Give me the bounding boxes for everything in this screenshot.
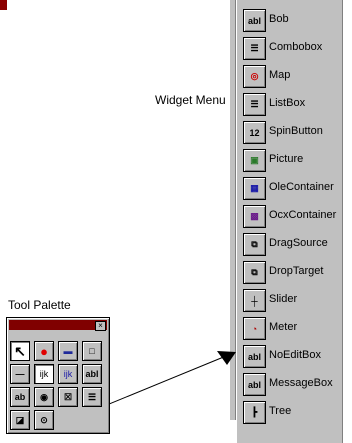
red-ball-icon[interactable]: ●	[34, 341, 54, 361]
line-icon[interactable]: —	[10, 364, 30, 384]
list-icon[interactable]: ☰	[82, 387, 102, 407]
square-icon[interactable]: □	[82, 341, 102, 361]
palette-titlebar[interactable]	[9, 320, 107, 330]
ijk-label-icon[interactable]: ijk	[34, 364, 54, 384]
checkbox-icon[interactable]: ☒	[58, 387, 78, 407]
widget-menu-icon[interactable]: ⊙	[34, 410, 54, 430]
blue-bar-icon[interactable]: ▬	[58, 341, 78, 361]
radio-icon[interactable]: ◉	[34, 387, 54, 407]
ab-icon[interactable]: ab	[10, 387, 30, 407]
pointer-icon[interactable]: ↖	[10, 341, 30, 361]
tool-palette: × ↖ ● ▬ □ — ijk ijk abl ab ◉ ☒ ☰ ◪ ⊙	[6, 317, 110, 434]
ijk-blue-icon[interactable]: ijk	[58, 364, 78, 384]
textbox-icon[interactable]: abl	[82, 364, 102, 384]
eraser-icon[interactable]: ◪	[10, 410, 30, 430]
close-icon[interactable]: ×	[95, 321, 106, 331]
